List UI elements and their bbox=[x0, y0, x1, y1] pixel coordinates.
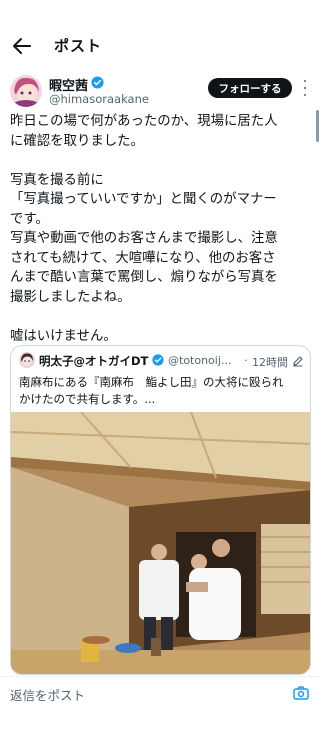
quoted-post[interactable]: 明太子@オトガイDT @totonoij... · 12時間 南麻布にある『南麻… bbox=[10, 345, 311, 675]
quoted-line: かけたので共有します。... bbox=[19, 392, 156, 406]
quoted-avatar bbox=[19, 352, 35, 368]
quoted-handle: @totonoij... bbox=[168, 354, 232, 367]
tweet-line: 「写真撮っていいですか」と聞くのがマナー bbox=[10, 192, 277, 207]
verified-badge-icon bbox=[152, 354, 164, 366]
handle[interactable]: @himasoraakane bbox=[49, 92, 149, 106]
tweet-line: 嘘はいけません。 bbox=[10, 328, 117, 344]
quoted-line: 南麻布にある『南麻布 鮨よし田』の大将に殴られ bbox=[19, 375, 284, 389]
tweet-line: されても続けて、大喧嘩になり、他のお客さ bbox=[10, 250, 276, 266]
camera-icon[interactable] bbox=[293, 685, 309, 701]
tweet-line: 写真を撮る前に bbox=[10, 172, 104, 188]
reply-bar: 返信をポスト bbox=[0, 676, 320, 710]
scrollbar[interactable] bbox=[316, 110, 319, 142]
page-title: ポスト bbox=[54, 37, 103, 55]
separator-dot: · bbox=[244, 354, 248, 367]
quoted-text: 南麻布にある『南麻布 鮨よし田』の大将に殴られ かけたので共有します。... bbox=[19, 374, 309, 408]
arrow-left-icon bbox=[13, 38, 31, 54]
top-bar: ポスト bbox=[0, 0, 320, 68]
avatar[interactable] bbox=[10, 75, 42, 107]
tweet-line: に確認を取りました。 bbox=[10, 133, 144, 149]
more-options-button[interactable] bbox=[300, 80, 310, 96]
follow-button[interactable]: フォローする bbox=[208, 78, 292, 98]
tweet-body: 昨日この場で何があったのか、現場に居た人 に確認を取りました。 写真を撮る前に … bbox=[10, 112, 314, 346]
tweet-line: んまで酷い言葉で罵倒し、煽りながら写真を bbox=[10, 270, 278, 285]
more-dot-icon bbox=[304, 80, 306, 82]
more-dot-icon bbox=[304, 94, 306, 96]
tweet-line: 昨日この場で何があったのか、現場に居た人 bbox=[10, 114, 278, 129]
quoted-photo[interactable] bbox=[11, 412, 311, 675]
reply-input[interactable]: 返信をポスト bbox=[10, 685, 85, 704]
back-button[interactable] bbox=[10, 34, 34, 58]
quoted-timestamp: 12時間 bbox=[252, 356, 288, 369]
more-dot-icon bbox=[304, 87, 306, 89]
tweet-line: 撮影しましたよね。 bbox=[10, 289, 131, 305]
quoted-display-name: 明太子@オトガイDT bbox=[39, 354, 149, 368]
edited-pencil-icon bbox=[293, 356, 303, 367]
tweet-line: 写真や動画で他のお客さんまで撮影し、注意 bbox=[10, 231, 278, 246]
tweet-line: です。 bbox=[10, 211, 49, 227]
verified-badge-icon bbox=[91, 76, 104, 89]
